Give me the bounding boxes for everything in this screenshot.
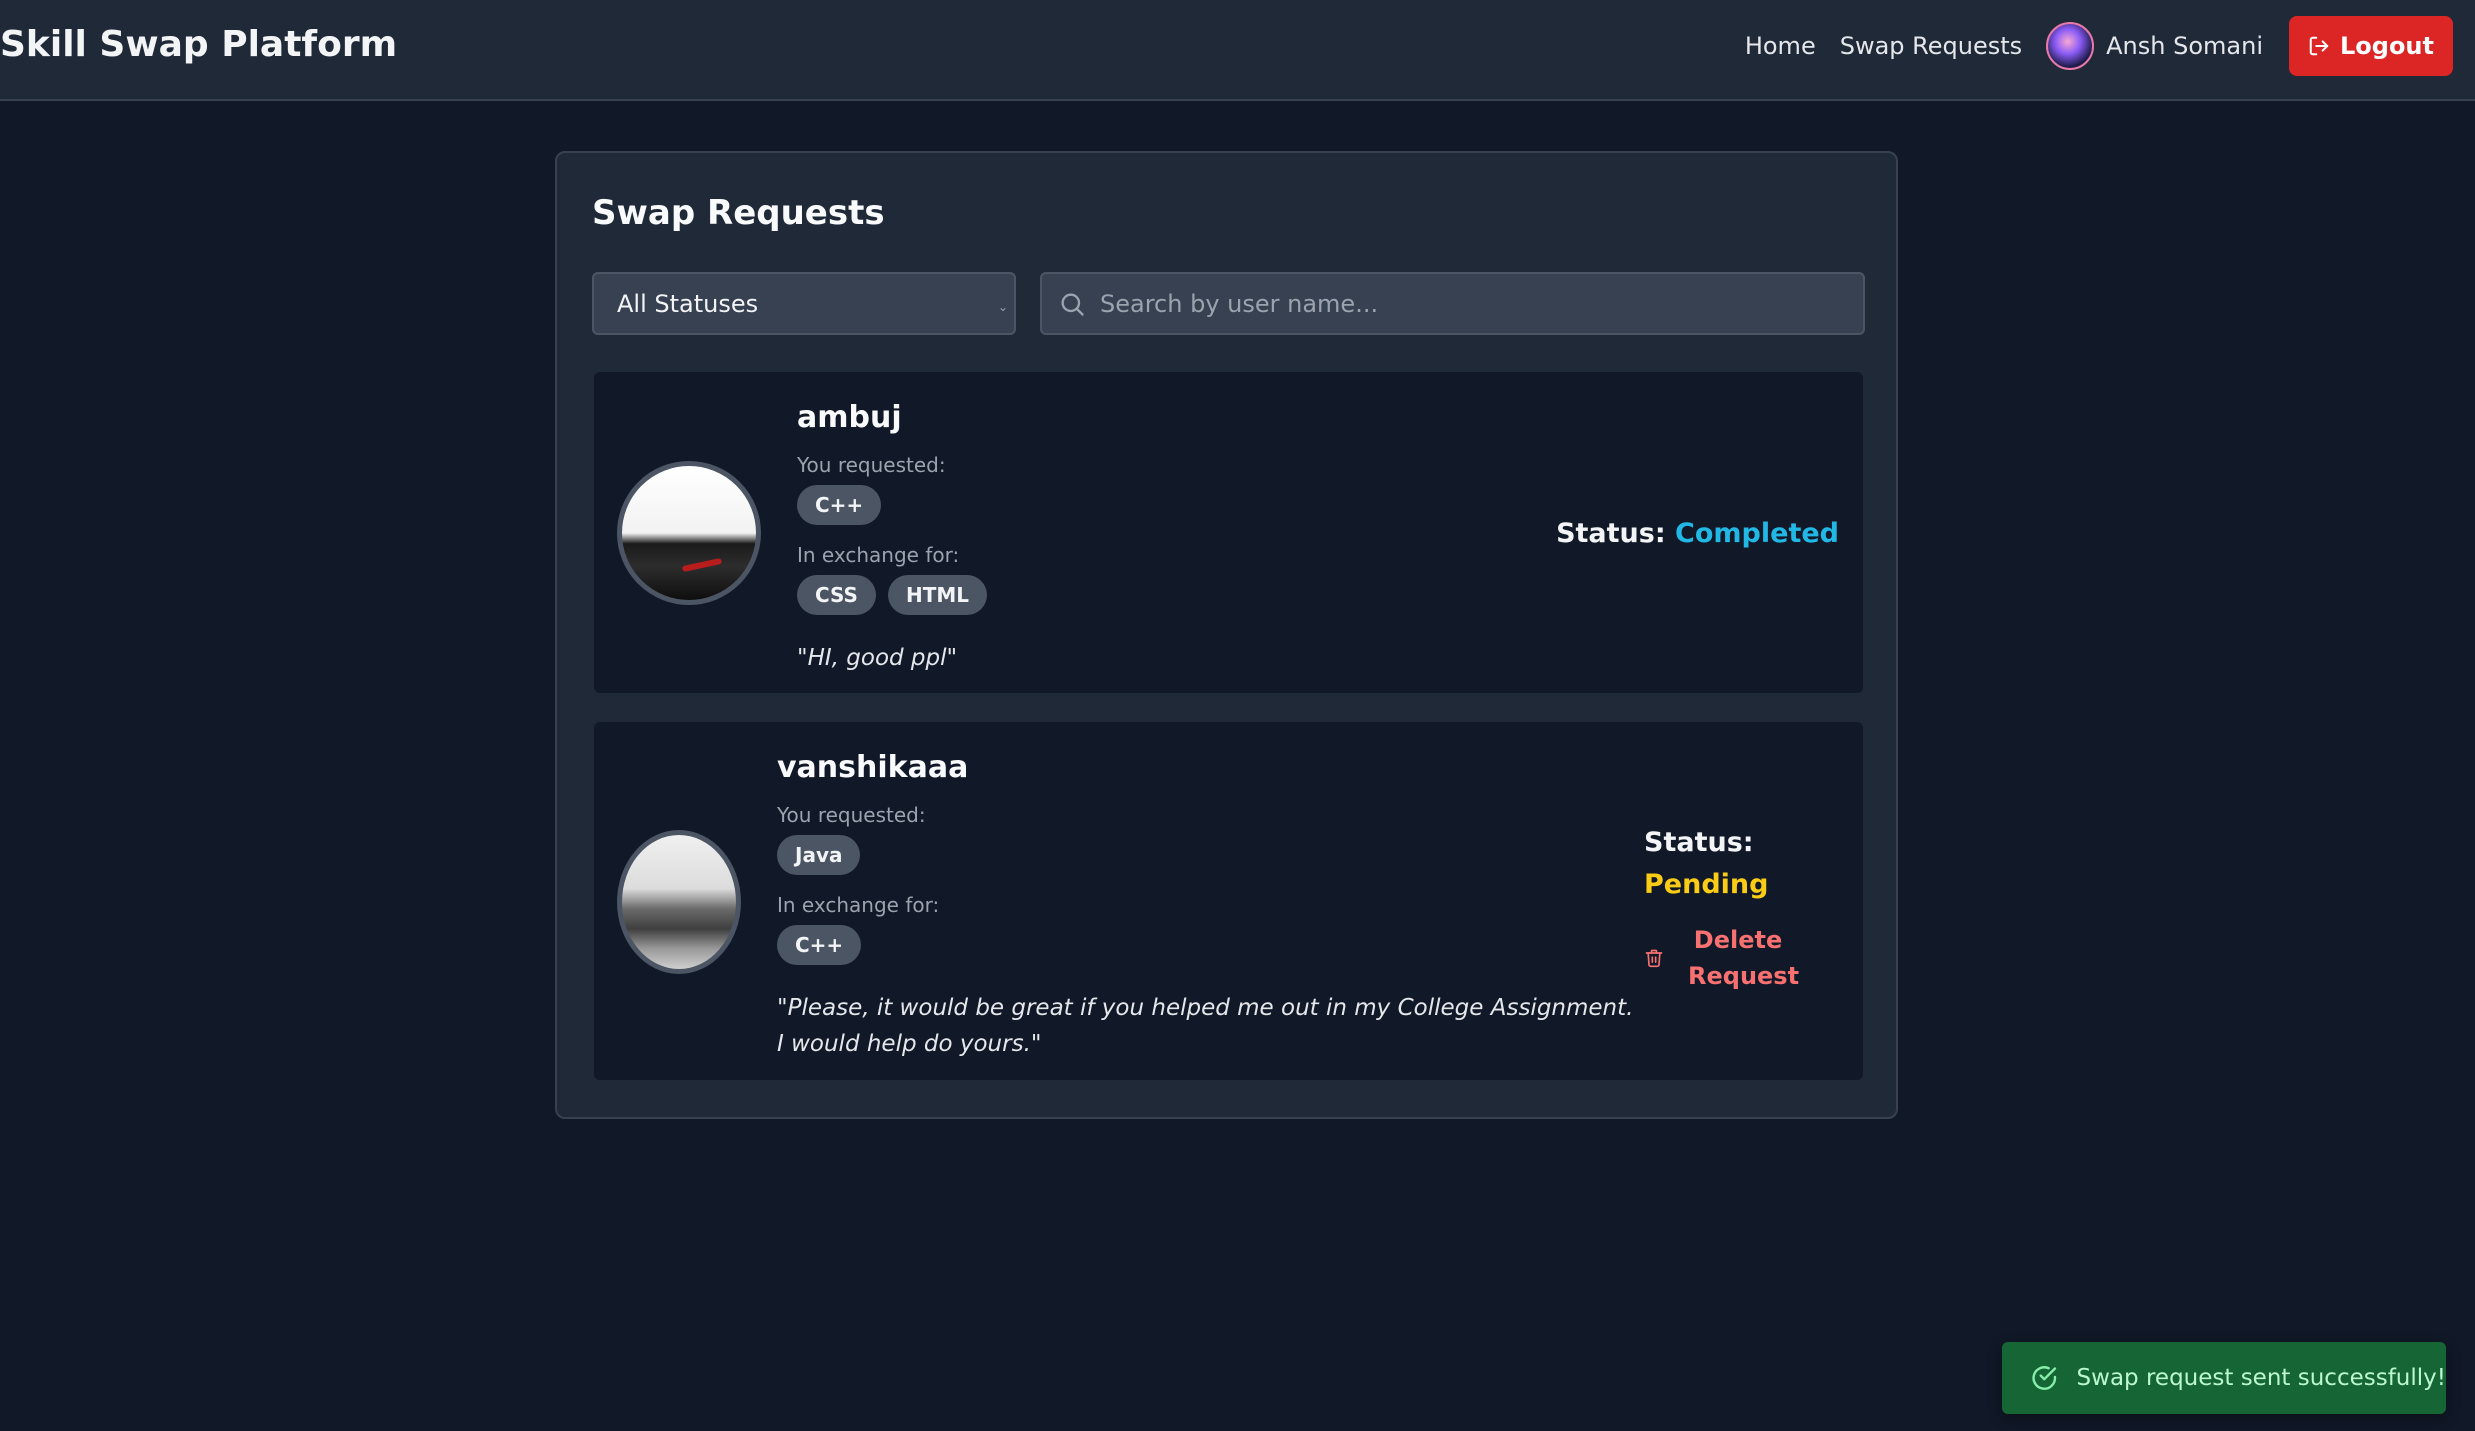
- swap-request-card: ambuj You requested: C++ In exchange for…: [592, 370, 1865, 695]
- page-title: Swap Requests: [592, 193, 885, 233]
- exchange-skills: C++: [777, 925, 873, 965]
- requested-label: You requested:: [777, 803, 926, 827]
- chevron-down-icon: ⌄: [997, 300, 1008, 314]
- success-toast[interactable]: Swap request sent successfully!: [2002, 1342, 2446, 1414]
- trash-icon: [1645, 949, 1663, 968]
- search-input[interactable]: [1100, 274, 1840, 333]
- user-name: Ansh Somani: [2106, 32, 2263, 60]
- search-icon: [1061, 293, 1084, 316]
- check-circle-icon: [2032, 1366, 2057, 1390]
- requested-skills: C++: [797, 485, 893, 525]
- request-status: Status: Pending: [1644, 822, 1768, 906]
- logout-button[interactable]: Logout: [2289, 16, 2453, 76]
- request-status: Status: Completed: [1556, 518, 1839, 549]
- app-title[interactable]: Skill Swap Platform: [0, 24, 397, 65]
- status-label: Status:: [1644, 827, 1754, 858]
- nav-swap-requests-link[interactable]: Swap Requests: [1840, 32, 2022, 60]
- nav-links: Home Swap Requests Ansh Somani Logout: [1721, 16, 2453, 76]
- toast-message: Swap request sent successfully!: [2076, 1365, 2446, 1391]
- status-filter-value: All Statuses: [617, 289, 759, 318]
- exchange-label: In exchange for:: [777, 893, 940, 917]
- logout-icon: [2309, 36, 2329, 56]
- requester-name[interactable]: vanshikaaa: [777, 750, 968, 785]
- skill-tag: HTML: [887, 575, 987, 615]
- requested-label: You requested:: [797, 453, 946, 477]
- skill-tag: Java: [777, 835, 861, 875]
- user-avatar: [2046, 22, 2095, 70]
- swap-request-card: vanshikaaa You requested: Java In exchan…: [592, 720, 1865, 1082]
- top-navbar: Skill Swap Platform Home Swap Requests A…: [0, 0, 2475, 101]
- logout-label: Logout: [2339, 32, 2434, 60]
- requester-avatar: [617, 461, 761, 605]
- status-filter-select[interactable]: All Statuses ⌄: [592, 272, 1016, 335]
- search-box: [1040, 272, 1865, 335]
- status-badge: Completed: [1675, 518, 1839, 549]
- status-label: Status:: [1556, 518, 1666, 549]
- requester-name[interactable]: ambuj: [797, 400, 902, 435]
- skill-tag: C++: [797, 485, 882, 525]
- status-badge: Pending: [1644, 869, 1769, 900]
- delete-request-label: Delete Request: [1688, 926, 1800, 990]
- requested-skills: Java: [777, 835, 872, 875]
- delete-request-button[interactable]: Delete Request: [1644, 918, 1800, 998]
- skill-tag: C++: [777, 925, 862, 965]
- nav-home-link[interactable]: Home: [1745, 32, 1816, 60]
- exchange-label: In exchange for:: [797, 543, 960, 567]
- user-profile-link[interactable]: Ansh Somani: [2046, 22, 2263, 70]
- requester-avatar: [617, 830, 741, 974]
- swap-requests-panel: Swap Requests All Statuses ⌄ ambuj You r…: [555, 151, 1898, 1119]
- exchange-skills: CSS HTML: [797, 575, 999, 615]
- request-message: "Please, it would be great if you helped…: [777, 995, 1634, 1057]
- skill-tag: CSS: [797, 575, 876, 615]
- request-message: "HI, good ppl": [797, 645, 958, 671]
